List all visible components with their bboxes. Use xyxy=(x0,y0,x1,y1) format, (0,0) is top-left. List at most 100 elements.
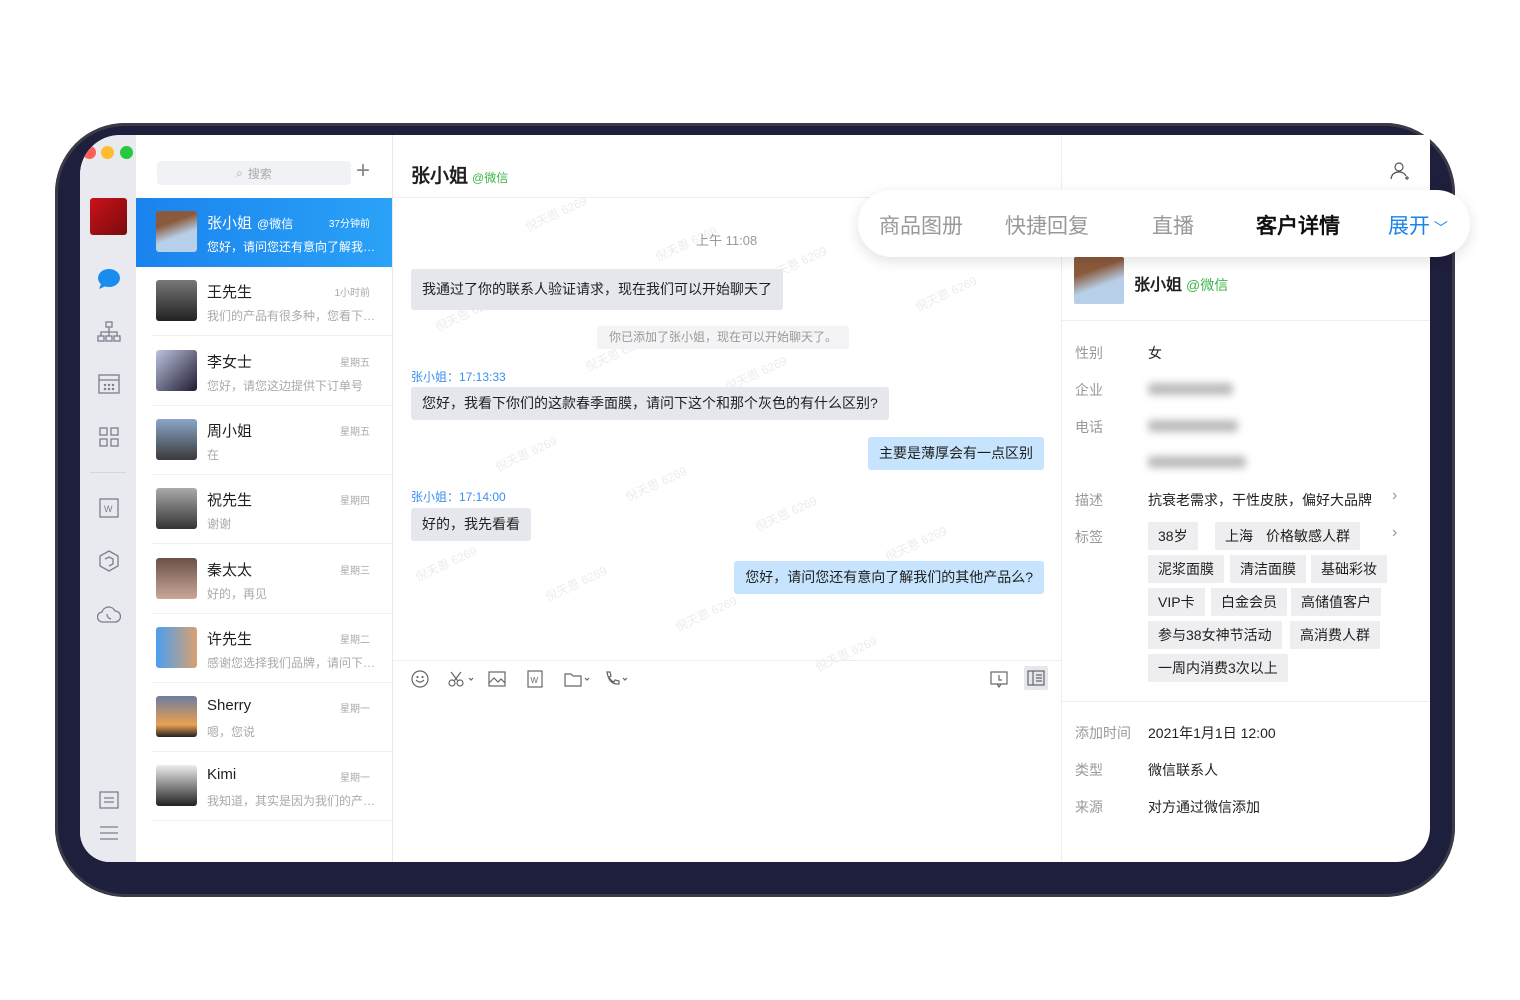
close-window-button[interactable] xyxy=(83,146,96,159)
watermark: 倪天恩 6269 xyxy=(623,463,690,505)
timestamp: 星期五 xyxy=(340,426,370,438)
message-bubble: 好的，我先看看 xyxy=(411,508,531,541)
chat-title: 张小姐 @微信 xyxy=(411,166,509,187)
document-icon[interactable]: W xyxy=(527,669,543,689)
customer-name: 张小姐 @微信 xyxy=(1134,277,1229,294)
cloud-phone-icon[interactable] xyxy=(96,601,122,627)
sender-label: 张小姐：17:14:00 xyxy=(411,490,506,504)
contact-name: 周小姐 xyxy=(207,422,253,440)
calendar-icon[interactable] xyxy=(96,371,122,397)
maximize-window-button[interactable] xyxy=(120,146,133,159)
message-preview: 嗯，您说 xyxy=(207,725,256,740)
tab-bar: 商品图册 快捷回复 直播 客户详情 展开 ﹀ xyxy=(858,190,1470,257)
conversation-item[interactable]: 王先生 1小时前 我们的产品有很多种，您看下… xyxy=(136,267,392,337)
sidebar-toggle-icon[interactable] xyxy=(1024,666,1048,690)
document-icon[interactable]: W xyxy=(96,495,122,521)
conversation-item[interactable]: 祝先生 星期四 谢谢 xyxy=(136,475,392,545)
type-label: 类型 xyxy=(1075,762,1103,778)
timestamp: 星期四 xyxy=(340,496,370,508)
conversation-item[interactable]: 李女士 星期五 您好，请您这边提供下订单号 xyxy=(136,337,392,406)
tab-quick-reply[interactable]: 快捷回复 xyxy=(1005,210,1089,240)
watermark: 倪天恩 6269 xyxy=(813,633,880,675)
tab-customer-detail[interactable]: 客户详情 xyxy=(1256,210,1340,240)
message-preview: 在 xyxy=(207,447,220,462)
chevron-down-icon: ﹀ xyxy=(1430,220,1448,236)
customer-avatar xyxy=(1074,257,1124,304)
user-avatar[interactable] xyxy=(90,198,127,235)
message-preview: 我知道，其实是因为我们的产… xyxy=(207,794,376,809)
chat-header: 张小姐 @微信 xyxy=(393,135,1061,198)
conversation-item[interactable]: 张小姐@微信 37分钟前 您好，请问您还有意向了解我们的其他产品么？ xyxy=(136,198,392,267)
watermark: 倪天恩 6269 xyxy=(913,273,980,315)
divider xyxy=(152,820,392,822)
phone-icon[interactable] xyxy=(604,669,630,689)
screenshot-scissors-icon[interactable] xyxy=(448,669,476,689)
timestamp: 星期一 xyxy=(340,773,370,785)
add-contact-icon[interactable] xyxy=(1390,161,1410,186)
search-input[interactable]: ⌕ 搜索 xyxy=(157,161,351,185)
gender-label: 性别 xyxy=(1075,345,1103,361)
folder-icon[interactable] xyxy=(564,669,592,689)
add-button[interactable]: + xyxy=(356,159,370,183)
avatar xyxy=(156,211,197,252)
image-icon[interactable] xyxy=(488,669,506,689)
switch-icon[interactable] xyxy=(96,787,122,813)
chevron-right-icon[interactable]: › xyxy=(1392,487,1397,505)
conversation-item[interactable]: Kimi 星期一 我知道，其实是因为我们的产… xyxy=(136,752,392,822)
contact-name: Kimi xyxy=(207,766,237,784)
avatar xyxy=(156,626,197,668)
message-bubble: 我通过了你的联系人验证请求，现在我们可以开始聊天了 xyxy=(411,269,783,310)
org-chart-icon[interactable] xyxy=(96,319,122,345)
timestamp: 星期三 xyxy=(340,565,370,577)
watermark: 倪天恩 6269 xyxy=(523,193,590,235)
message-preview: 谢谢 xyxy=(207,517,232,532)
gender-value: 女 xyxy=(1148,345,1162,361)
desc-label: 描述 xyxy=(1075,492,1103,508)
divider xyxy=(90,472,126,473)
conversation-item[interactable]: 秦太太 星期三 好的，再见 xyxy=(136,545,392,614)
divider xyxy=(1062,320,1430,321)
timestamp: 1小时前 xyxy=(334,288,370,300)
contact-name: 张小姐 @微信 xyxy=(207,215,294,232)
tab-live[interactable]: 直播 xyxy=(1152,210,1194,240)
phone-value-blurred xyxy=(1148,420,1238,432)
avatar xyxy=(156,418,197,460)
source-value: 对方通过微信添加 xyxy=(1148,799,1260,815)
customer-tag: 白金会员 xyxy=(1211,588,1287,616)
chat-icon[interactable] xyxy=(96,266,122,292)
timestamp: 星期一 xyxy=(340,704,370,716)
customer-tag: 价格敏感人群 xyxy=(1256,522,1360,550)
conversation-item[interactable]: Sherry 星期一 嗯，您说 xyxy=(136,683,392,753)
customer-tag: 参与38女神节活动 xyxy=(1148,621,1282,649)
company-label: 企业 xyxy=(1075,382,1103,398)
conversation-item[interactable]: 许先生 星期二 感谢您选择我们品牌，请问下… xyxy=(136,614,392,683)
avatar xyxy=(156,557,197,599)
contact-name: 李女士 xyxy=(207,353,253,371)
history-icon[interactable] xyxy=(990,669,1008,689)
contact-name: Sherry xyxy=(207,697,252,715)
divider xyxy=(1062,701,1430,702)
sender-label: 张小姐：17:13:33 xyxy=(411,370,506,384)
message-preview: 感谢您选择我们品牌，请问下… xyxy=(207,655,376,670)
chevron-right-icon[interactable]: › xyxy=(1392,524,1397,542)
avatar xyxy=(156,488,197,530)
timestamp: 星期五 xyxy=(340,357,370,369)
timestamp: 37分钟前 xyxy=(328,219,370,230)
avatar xyxy=(156,696,197,738)
added-time-value: 2021年1月1日 12:00 xyxy=(1148,725,1276,741)
menu-icon[interactable] xyxy=(96,820,122,846)
cube-icon[interactable] xyxy=(96,548,122,574)
apps-grid-icon[interactable] xyxy=(96,424,122,450)
avatar xyxy=(156,765,197,807)
tab-product-album[interactable]: 商品图册 xyxy=(879,210,963,240)
company-value-blurred xyxy=(1148,383,1233,395)
conversation-list: ⌕搜索 + 张小姐@微信 37分钟前 您好，请问您还有意向了解我们的其他产品么？… xyxy=(136,135,393,862)
expand-button[interactable]: 展开 ﹀ xyxy=(1388,210,1448,240)
customer-tag: 泥浆面膜 xyxy=(1148,555,1224,583)
message-preview: 您好，请您这边提供下订单号 xyxy=(207,378,364,393)
customer-tag: 高储值客户 xyxy=(1291,588,1381,616)
watermark: 倪天恩 6269 xyxy=(673,593,740,635)
emoji-icon[interactable] xyxy=(411,669,429,689)
conversation-item[interactable]: 周小姐 星期五 在 xyxy=(136,406,392,475)
minimize-window-button[interactable] xyxy=(101,146,114,159)
